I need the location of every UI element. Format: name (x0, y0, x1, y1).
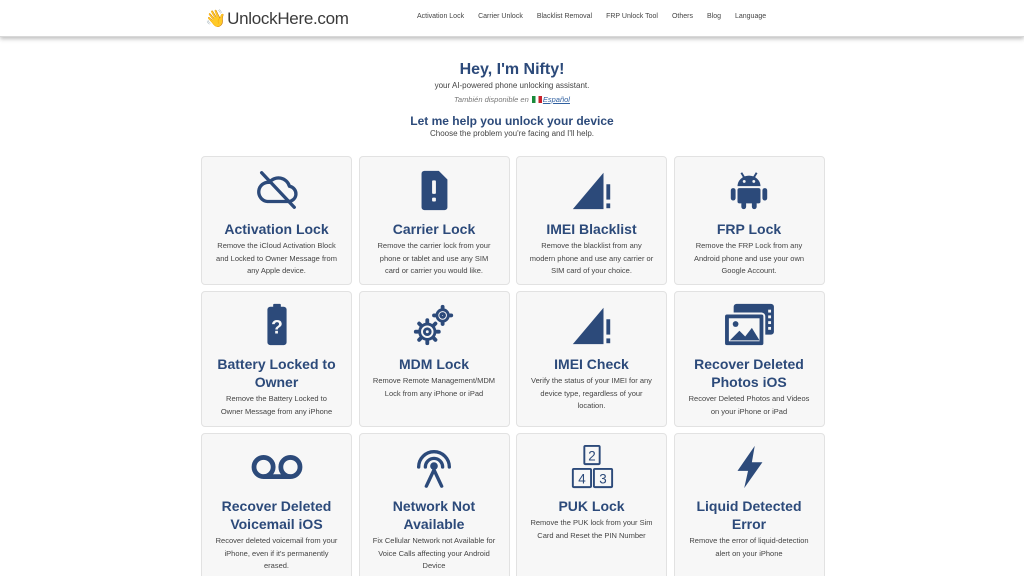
section-subheading: Choose the problem you're facing and I'l… (429, 129, 595, 138)
card-title: Activation Lock (224, 221, 329, 237)
nav-carrier-unlock[interactable]: Carrier Unlock (478, 13, 523, 20)
card-description: Verify the status of your IMEI for any d… (531, 376, 652, 410)
card-frp-lock[interactable]: FRP Lock Remove the FRP Lock from any An… (673, 156, 825, 285)
lightning-icon (737, 445, 763, 489)
card-carrier-lock[interactable]: Carrier Lock Remove the carrier lock fro… (358, 156, 510, 285)
card-description: Remove the iCloud Activation Block and L… (216, 241, 337, 275)
signal-alert-icon (572, 172, 610, 210)
card-title: MDM Lock (399, 356, 469, 372)
hero-section: Hey, I'm Nifty! your AI-powered phone un… (0, 60, 1024, 139)
card-description: Recover Deleted Photos and Videos on you… (688, 394, 810, 416)
waving-hand-icon: 👋 (205, 9, 227, 28)
language-alt-prefix: También disponible en (454, 95, 529, 104)
card-title: IMEI Blacklist (546, 221, 637, 237)
card-description: Recover deleted voicemail from your iPho… (215, 536, 338, 570)
top-navbar: 👋 UnlockHere.com Activation Lock Carrier… (0, 0, 1024, 37)
card-description: Remove the blacklist from any modern pho… (529, 241, 654, 275)
card-description: Fix Cellular Network not Available for V… (372, 536, 496, 570)
card-description: Remove the PUK lock from your Sim Card a… (530, 518, 653, 540)
card-description: Remove the FRP Lock from any Android pho… (693, 241, 805, 275)
card-title: Carrier Lock (392, 221, 476, 237)
card-network-not-available[interactable]: Network Not Available Fix Cellular Netwo… (358, 433, 510, 576)
card-description: Remove Remote Management/MDM Lock from a… (372, 376, 496, 398)
svg-text:4: 4 (578, 471, 586, 486)
svg-text:3: 3 (599, 471, 606, 486)
gears-icon (413, 304, 454, 346)
card-title: Liquid Detected Error (696, 498, 802, 532)
sim-card-icon (421, 170, 448, 211)
card-description: Remove the error of liquid-detection ale… (689, 536, 809, 558)
card-title: Recover Deleted Voicemail iOS (221, 498, 332, 532)
nav-activation-lock[interactable]: Activation Lock (417, 13, 464, 20)
signal-alert-icon (572, 307, 610, 345)
nav-language[interactable]: Language (735, 13, 766, 20)
card-liquid-detected[interactable]: Liquid Detected Error Remove the error o… (673, 433, 825, 576)
card-recover-photos[interactable]: Recover Deleted Photos iOS Recover Delet… (673, 291, 825, 427)
nav-others[interactable]: Others (672, 13, 693, 20)
card-mdm-lock[interactable]: MDM Lock Remove Remote Management/MDM Lo… (358, 291, 510, 427)
section-heading: Let me help you unlock your device (410, 114, 614, 128)
android-icon (730, 172, 768, 210)
voicemail-icon (251, 455, 302, 479)
mexico-flag-icon (531, 96, 542, 103)
logo-text: UnlockHere.com (227, 9, 349, 28)
card-puk-lock[interactable]: 2 4 3 PUK Lock Remove the PUK lock from … (516, 433, 667, 576)
card-title: IMEI Check (554, 356, 629, 372)
antenna-icon (416, 450, 452, 488)
main-nav: Activation Lock Carrier Unlock Blacklist… (417, 13, 766, 20)
cloud-off-icon (256, 171, 298, 209)
svg-text:?: ? (271, 318, 283, 339)
tagline: your AI-powered phone unlocking assistan… (434, 81, 590, 90)
card-title: FRP Lock (716, 221, 782, 237)
card-title: Recover Deleted Photos iOS (694, 356, 804, 390)
card-imei-blacklist[interactable]: IMEI Blacklist Remove the blacklist from… (516, 156, 667, 285)
card-activation-lock[interactable]: Activation Lock Remove the iCloud Activa… (201, 156, 352, 285)
nav-blacklist-removal[interactable]: Blacklist Removal (537, 13, 592, 20)
card-battery-locked[interactable]: ? Battery Locked to Owner Remove the Bat… (201, 291, 352, 427)
nav-frp-unlock-tool[interactable]: FRP Unlock Tool (606, 13, 658, 20)
site-logo[interactable]: 👋 UnlockHere.com (205, 8, 349, 30)
photos-icon (723, 303, 774, 348)
card-description: Remove the Battery Locked to Owner Messa… (220, 394, 333, 416)
card-recover-voicemail[interactable]: Recover Deleted Voicemail iOS Recover de… (201, 433, 352, 576)
card-title: Battery Locked to Owner (217, 356, 336, 390)
card-title: Network Not Available (392, 498, 476, 532)
nav-blog[interactable]: Blog (707, 13, 721, 20)
battery-question-icon: ? (266, 303, 287, 346)
card-description: Remove the carrier lock from your phone … (377, 241, 491, 275)
card-imei-check[interactable]: IMEI Check Verify the status of your IME… (516, 291, 667, 427)
spanish-link[interactable]: Español (543, 95, 570, 104)
keypad-numbers-icon: 2 4 3 (571, 444, 613, 489)
page-title: Hey, I'm Nifty! (459, 61, 565, 78)
language-alternative: También disponible en Español (0, 95, 1024, 105)
problem-card-grid: Activation Lock Remove the iCloud Activa… (201, 156, 825, 576)
card-title: PUK Lock (558, 498, 625, 514)
svg-text:2: 2 (588, 448, 595, 463)
